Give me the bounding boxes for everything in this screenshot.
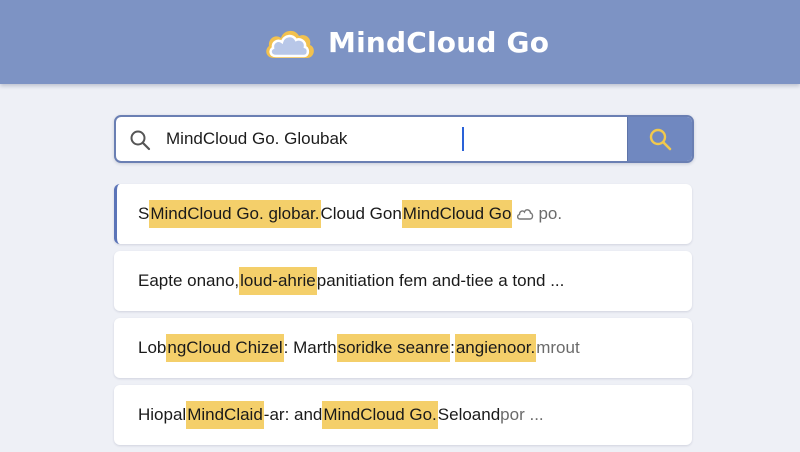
search-bar (114, 115, 694, 163)
brand[interactable]: MindCloud Go (262, 20, 549, 64)
results-list: S MindCloud Go. globar. Cloud Gon MindClo… (114, 184, 692, 452)
search-button[interactable] (627, 117, 692, 161)
result-text: mrout (536, 338, 580, 357)
search-icon (649, 128, 672, 151)
result-text: Eapte onano, (138, 271, 240, 290)
highlighted-text: MindCloud Go (401, 200, 513, 228)
text-caret (462, 127, 464, 151)
result-text: por ... (500, 405, 544, 424)
result-item[interactable]: Eapte onano, loud-ahrie panitiation fem a… (114, 251, 692, 311)
app-header: MindCloud Go (0, 0, 800, 84)
result-text: Lob (138, 338, 167, 357)
result-text: Hiopal (138, 405, 187, 424)
result-text: S (138, 204, 150, 223)
brand-title: MindCloud Go (328, 25, 550, 59)
result-item[interactable]: Hiopal MindClaid -ar: and MindCloud Go. Se… (114, 385, 692, 445)
result-item[interactable]: S MindCloud Go. globar. Cloud Gon MindClo… (114, 184, 692, 244)
result-text: po. (538, 204, 563, 223)
cloud-icon (517, 209, 534, 220)
result-text: panitiation fem and-tiee a tond ... (316, 271, 565, 290)
highlighted-text: MindClaid (186, 401, 264, 429)
result-text: Seloand (437, 405, 501, 424)
result-item[interactable]: Lob ngCloud Chizel: Marth soridke seanre:… (114, 318, 692, 378)
search-input[interactable] (166, 117, 626, 161)
highlighted-text: MindCloud Go. (322, 401, 438, 429)
highlighted-text: ngCloud Chizel (166, 334, 284, 362)
result-text: Cloud Gon (320, 204, 402, 223)
result-text: : Marth (283, 338, 337, 357)
highlighted-text: soridke seanre (336, 334, 451, 362)
cloud-logo-icon (266, 30, 314, 58)
search-icon (130, 130, 151, 151)
result-text: -ar: and (263, 405, 323, 424)
highlighted-text: MindCloud Go. globar. (149, 200, 321, 228)
highlighted-text: angienoor. (454, 334, 537, 362)
highlighted-text: loud-ahrie (239, 267, 317, 295)
